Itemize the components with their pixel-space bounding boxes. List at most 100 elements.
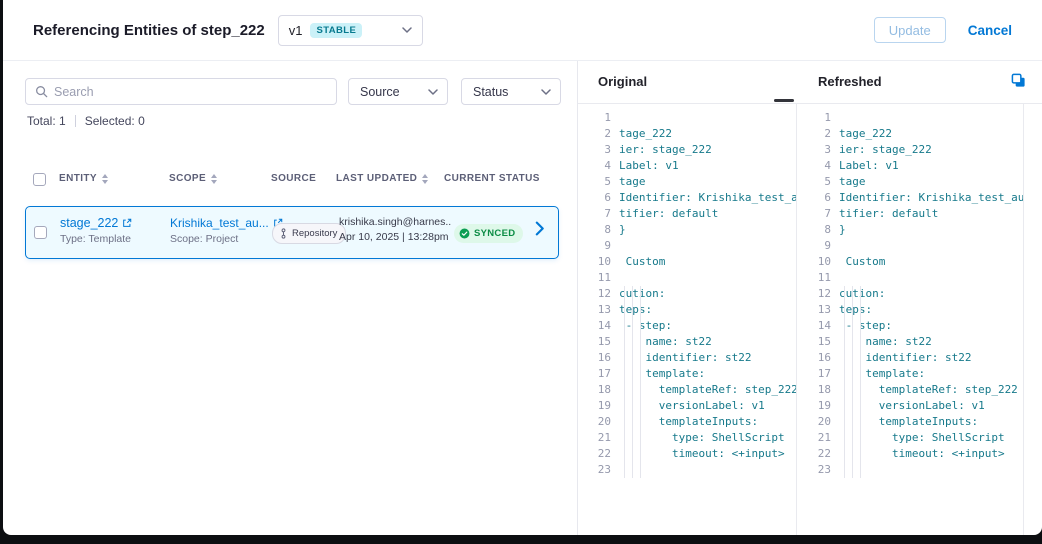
line-number: 8 [578,222,619,238]
code-text: Custom [839,254,885,270]
code-line: 17 template: [798,366,1023,382]
modal-title: Referencing Entities of step_222 [33,22,265,39]
column-header-scope: SCOPE [169,173,217,184]
code-line: 20 templateInputs: [578,414,796,430]
line-number: 20 [578,414,619,430]
entity-link[interactable]: stage_222 [60,216,132,230]
line-number: 15 [798,334,839,350]
code-line: 7tifier: default [798,206,1023,222]
summary-divider [75,115,76,127]
source-badge: Repository [272,223,346,244]
indent-guide [852,286,853,478]
search-box [25,78,337,105]
code-line: 13teps: [578,302,796,318]
version-label: v1 [289,23,303,38]
line-number: 2 [798,126,839,142]
code-line: 21 type: ShellScript [578,430,796,446]
row-checkbox[interactable] [34,226,47,239]
line-number: 22 [798,446,839,462]
code-line: 2tage_222 [798,126,1023,142]
code-text: Label: v1 [839,158,899,174]
line-number: 22 [578,446,619,462]
check-circle-icon [459,228,470,239]
code-text: timeout: <+input> [839,446,1005,462]
code-line: 15 name: st22 [578,334,796,350]
code-text: Identifier: Krishika_test_aut [619,190,797,206]
code-text: cution: [839,286,885,302]
original-title: Original [598,74,647,89]
line-number: 14 [798,318,839,334]
code-line: 23 [798,462,1023,478]
code-text: templateRef: step_222 [839,382,1018,398]
code-text: } [619,222,626,238]
sort-icon[interactable] [102,174,108,184]
line-number: 10 [798,254,839,270]
line-number: 4 [578,158,619,174]
line-number: 16 [578,350,619,366]
entity-cell: stage_222 Type: Template [60,216,132,245]
line-number: 21 [578,430,619,446]
code-text: cution: [619,286,665,302]
scope-link[interactable]: Krishika_test_au... [170,216,283,230]
code-text: identifier: st22 [619,350,751,366]
code-text: Identifier: Krishika_test_aut [839,190,1024,206]
entity-type: Type: Template [60,233,132,245]
code-line: 16 identifier: st22 [578,350,796,366]
code-line: 5tage [578,174,796,190]
total-count: Total: 1 [27,114,66,128]
code-text: tage [619,174,646,190]
line-number: 17 [578,366,619,382]
code-line: 7tifier: default [578,206,796,222]
status-filter-select[interactable]: Status [461,78,561,105]
code-line: 10 Custom [578,254,796,270]
line-number: 18 [578,382,619,398]
line-number: 19 [578,398,619,414]
code-line: 2tage_222 [578,126,796,142]
table-row[interactable]: stage_222 Type: Template Krishika_test_a… [25,206,559,259]
line-number: 8 [798,222,839,238]
code-line: 8} [798,222,1023,238]
sort-icon[interactable] [211,174,217,184]
refreshed-code-panel[interactable]: 12tage_2223ier: stage_2224Label: v15tage… [798,104,1024,535]
line-number: 15 [578,334,619,350]
code-line: 11 [578,270,796,286]
cancel-button[interactable]: Cancel [968,17,1012,43]
line-number: 1 [578,110,619,126]
code-line: 13teps: [798,302,1023,318]
select-all-checkbox[interactable] [33,173,46,186]
modal-header: Referencing Entities of step_222 v1 STAB… [3,0,1042,61]
update-button[interactable]: Update [874,17,946,43]
chevron-right-icon[interactable] [535,221,544,236]
line-number: 3 [578,142,619,158]
line-number: 6 [798,190,839,206]
scope-cell: Krishika_test_au... Scope: Project [170,216,283,245]
line-number: 9 [578,238,619,254]
line-number: 7 [578,206,619,222]
horizontal-scrollbar-thumb[interactable] [774,99,794,102]
chevron-down-icon [428,89,438,95]
original-code-panel[interactable]: 12tage_2223ier: stage_2224Label: v15tage… [578,104,797,535]
sort-icon[interactable] [422,174,428,184]
version-select[interactable]: v1 STABLE [278,15,423,46]
source-filter-select[interactable]: Source [348,78,448,105]
code-text: Label: v1 [619,158,679,174]
line-number: 10 [578,254,619,270]
code-line: 15 name: st22 [798,334,1023,350]
line-number: 5 [798,174,839,190]
selected-count: Selected: 0 [85,114,145,128]
code-line: 16 identifier: st22 [798,350,1023,366]
copy-icon[interactable] [1011,73,1026,88]
search-input[interactable] [54,85,327,99]
line-number: 12 [578,286,619,302]
column-header-current-status: CURRENT STATUS [444,173,540,184]
indent-guide [624,286,625,478]
code-text: type: ShellScript [619,430,785,446]
code-text: identifier: st22 [839,350,971,366]
code-line: 18 templateRef: step_222 [798,382,1023,398]
code-line: 21 type: ShellScript [798,430,1023,446]
line-number: 3 [798,142,839,158]
table-header: ENTITY SCOPE SOURCE LAST UPDATED CURRENT… [3,173,577,191]
code-line: 17 template: [578,366,796,382]
code-line: 4Label: v1 [798,158,1023,174]
line-number: 20 [798,414,839,430]
